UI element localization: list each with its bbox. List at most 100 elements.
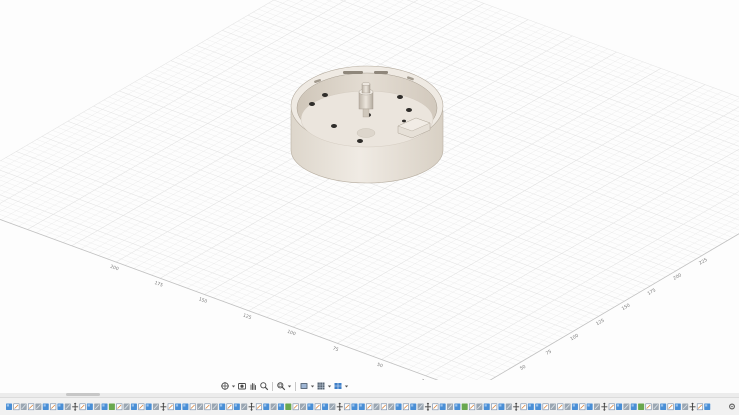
orbit-button[interactable] (220, 381, 230, 391)
extrude-feature-icon[interactable] (704, 403, 711, 411)
viewport-canvas[interactable]: 25 50 75 100 125 150 175 200 25 50 75 100 125 150 175 2… (0, 0, 739, 380)
viewports-dropdown-caret[interactable] (344, 381, 349, 391)
extrude-feature-icon[interactable] (182, 403, 189, 411)
extrude-feature-icon[interactable] (674, 403, 681, 411)
move-feature-icon[interactable] (248, 402, 255, 411)
sketch-feature-icon[interactable] (167, 403, 174, 411)
sketch-feature-icon[interactable] (204, 403, 211, 411)
fillet-feature-icon[interactable] (329, 403, 336, 411)
extrude-feature-icon[interactable] (130, 403, 137, 411)
sketch-feature-icon[interactable] (469, 403, 476, 411)
fillet-feature-icon[interactable] (564, 403, 571, 411)
sketch-feature-icon[interactable] (292, 403, 299, 411)
look-at-button[interactable] (237, 381, 247, 391)
component-feature-icon[interactable] (638, 403, 645, 411)
fillet-feature-icon[interactable] (123, 403, 130, 411)
fillet-feature-icon[interactable] (682, 403, 689, 411)
component-feature-icon[interactable] (108, 403, 115, 411)
extrude-feature-icon[interactable] (660, 403, 667, 411)
viewports-button[interactable] (333, 381, 343, 391)
grid-settings-button[interactable] (316, 381, 326, 391)
sketch-feature-icon[interactable] (645, 403, 652, 411)
fillet-feature-icon[interactable] (447, 403, 453, 411)
fillet-feature-icon[interactable] (197, 403, 204, 411)
3d-viewport[interactable]: 25 50 75 100 125 150 175 200 25 50 75 100 125 150 175 2… (0, 0, 739, 380)
sketch-feature-icon[interactable] (366, 403, 373, 411)
sketch-feature-icon[interactable] (557, 403, 564, 411)
fillet-feature-icon[interactable] (505, 403, 512, 411)
sketch-feature-icon[interactable] (542, 403, 549, 411)
orbit-dropdown-caret[interactable] (231, 381, 236, 391)
extrude-feature-icon[interactable] (358, 403, 365, 411)
sketch-feature-icon[interactable] (226, 403, 233, 411)
sketch-feature-icon[interactable] (344, 403, 351, 411)
display-settings-button[interactable] (299, 381, 309, 391)
extrude-feature-icon[interactable] (175, 403, 182, 411)
sketch-feature-icon[interactable] (432, 403, 439, 411)
extrude-feature-icon[interactable] (395, 403, 402, 411)
sketch-feature-icon[interactable] (380, 403, 387, 411)
zoom-button[interactable] (259, 381, 269, 391)
timeline-settings-icon[interactable] (728, 402, 736, 411)
fillet-feature-icon[interactable] (270, 403, 277, 411)
zoom-window-button[interactable] (276, 381, 286, 391)
extrude-feature-icon[interactable] (571, 403, 578, 411)
sketch-feature-icon[interactable] (667, 403, 674, 411)
fillet-feature-icon[interactable] (20, 403, 27, 411)
extrude-feature-icon[interactable] (586, 403, 593, 411)
extrude-feature-icon[interactable] (145, 403, 152, 411)
fillet-feature-icon[interactable] (623, 403, 630, 411)
fillet-feature-icon[interactable] (476, 403, 483, 411)
extrude-feature-icon[interactable] (101, 403, 108, 411)
sketch-feature-icon[interactable] (402, 403, 409, 411)
fillet-feature-icon[interactable] (35, 403, 42, 411)
extrude-feature-icon[interactable] (219, 403, 226, 411)
sketch-feature-icon[interactable] (314, 403, 321, 411)
grid-settings-dropdown-caret[interactable] (327, 381, 332, 391)
fillet-feature-icon[interactable] (652, 403, 659, 411)
sketch-feature-icon[interactable] (491, 403, 498, 411)
fillet-feature-icon[interactable] (241, 403, 248, 411)
display-settings-dropdown-caret[interactable] (310, 381, 315, 391)
sketch-feature-icon[interactable] (579, 403, 586, 411)
extrude-feature-icon[interactable] (616, 403, 623, 411)
sketch-feature-icon[interactable] (608, 403, 615, 411)
sketch-feature-icon[interactable] (189, 403, 196, 411)
zoom-window-dropdown-caret[interactable] (287, 381, 292, 391)
extrude-feature-icon[interactable] (263, 403, 270, 411)
move-feature-icon[interactable] (424, 402, 431, 411)
sketch-feature-icon[interactable] (520, 403, 527, 411)
extrude-feature-icon[interactable] (439, 403, 446, 411)
sketch-feature-icon[interactable] (79, 403, 86, 411)
fillet-feature-icon[interactable] (388, 403, 395, 411)
extrude-feature-icon[interactable] (454, 403, 461, 411)
move-feature-icon[interactable] (689, 402, 696, 411)
extrude-feature-icon[interactable] (42, 403, 49, 411)
fillet-feature-icon[interactable] (594, 403, 600, 411)
move-feature-icon[interactable] (72, 402, 79, 411)
extrude-feature-icon[interactable] (233, 403, 240, 411)
timeline-scroll-thumb[interactable] (66, 393, 100, 396)
fillet-feature-icon[interactable] (211, 403, 218, 411)
sketch-feature-icon[interactable] (13, 403, 20, 411)
extrude-feature-icon[interactable] (630, 403, 637, 411)
extrude-feature-icon[interactable] (498, 403, 505, 411)
extrude-feature-icon[interactable] (351, 403, 358, 411)
extrude-feature-icon[interactable] (6, 403, 12, 411)
component-feature-icon[interactable] (285, 403, 292, 411)
move-feature-icon[interactable] (513, 402, 520, 411)
move-feature-icon[interactable] (160, 402, 167, 411)
component-feature-icon[interactable] (461, 403, 468, 411)
fillet-feature-icon[interactable] (300, 403, 306, 411)
extrude-feature-icon[interactable] (527, 403, 534, 411)
round-enclosure-base[interactable] (290, 65, 444, 184)
extrude-feature-icon[interactable] (535, 403, 542, 411)
sketch-feature-icon[interactable] (116, 403, 123, 411)
extrude-feature-icon[interactable] (410, 403, 417, 411)
fillet-feature-icon[interactable] (94, 403, 101, 411)
extrude-feature-icon[interactable] (57, 403, 64, 411)
move-feature-icon[interactable] (601, 402, 608, 411)
fillet-feature-icon[interactable] (549, 403, 556, 411)
fillet-feature-icon[interactable] (153, 403, 159, 411)
sketch-feature-icon[interactable] (255, 403, 262, 411)
